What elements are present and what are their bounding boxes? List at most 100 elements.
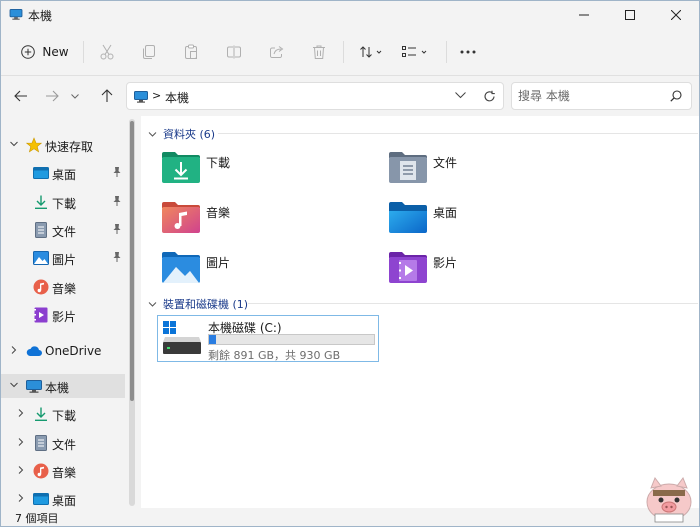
more-button[interactable] [455,37,481,67]
folder-videos[interactable]: 影片 [388,250,598,290]
sidebar-item-downloads[interactable]: 下載 [1,190,125,214]
sort-button[interactable] [355,37,389,67]
document-icon [35,222,47,238]
paste-button[interactable] [177,37,205,67]
pin-icon[interactable] [112,166,122,178]
sidebar-item-pc-desktop[interactable]: 桌面 [1,487,125,508]
drive-usage-bar [208,334,375,345]
sidebar-item-documents[interactable]: 文件 [1,218,125,242]
videos-folder-icon [389,252,427,283]
command-bar: New [1,29,699,76]
rename-icon [227,45,241,59]
item-count: 7 個項目 [15,512,59,525]
drive-c[interactable]: 本機磁碟 (C:) 剩餘 891 GB，共 930 GB [157,315,379,362]
sidebar-item-videos[interactable]: 影片 [1,303,125,327]
folder-desktop[interactable]: 桌面 [388,200,598,240]
chevron-right-icon[interactable] [16,465,26,475]
maximize-icon [625,10,635,20]
search-box[interactable] [511,82,692,110]
minimize-button[interactable] [561,1,607,29]
view-icon [402,46,427,57]
search-input[interactable] [518,87,658,105]
new-button[interactable]: New [15,37,75,67]
folders-group-header[interactable]: 資料夾 (6) [148,126,698,142]
view-button[interactable] [399,37,433,67]
folder-label: 音樂 [206,206,231,220]
folder-label: 影片 [433,256,458,270]
sidebar-item-pictures[interactable]: 圖片 [1,246,125,270]
explorer-window: 本機 New > 本機 搜尋 本機 快速存取 桌面 下載 文件 圖片 音樂 影片… [0,0,700,527]
pig-mascot-watermark-icon [646,476,692,523]
breadcrumb-location[interactable]: 本機 [165,89,189,106]
video-icon [34,307,48,323]
folder-music[interactable]: 音樂 [161,200,371,240]
folder-documents[interactable]: 文件 [388,150,598,190]
pc-icon [26,380,42,393]
pc-icon [9,9,23,20]
sidebar-item-label: 文件 [52,438,77,452]
folder-label: 桌面 [433,206,458,220]
pin-icon[interactable] [112,223,122,235]
music-folder-icon [162,202,200,233]
minimize-icon [579,14,589,16]
sidebar-item-label: 音樂 [52,282,77,296]
back-button[interactable] [8,82,34,110]
sidebar-item-pc-documents[interactable]: 文件 [1,431,125,455]
pictures-folder-icon [162,252,200,283]
chevron-right-icon[interactable] [9,345,19,355]
refresh-icon[interactable] [483,90,496,103]
breadcrumb-separator[interactable]: > [152,89,161,102]
arrow-right-icon [46,90,59,102]
navigation-scrollbar[interactable] [129,119,135,506]
toolbar-divider [446,41,447,63]
folder-label: 文件 [433,156,458,170]
chevron-right-icon[interactable] [16,493,26,503]
chevron-right-icon[interactable] [16,408,26,418]
cut-icon [100,44,114,60]
status-bar: 7 個項目 [1,508,699,526]
sidebar-item-pc-downloads[interactable]: 下載 [1,402,125,426]
sidebar-item-label: 文件 [52,225,77,239]
chevron-down-icon[interactable] [455,92,466,99]
sidebar-item-music[interactable]: 音樂 [1,275,125,299]
recent-locations-button[interactable] [66,82,84,110]
chevron-down-icon[interactable] [9,380,19,390]
downloads-folder-icon [162,152,200,183]
close-button[interactable] [653,1,699,29]
folder-label: 下載 [206,156,231,170]
sidebar-item-label: 本機 [45,381,70,395]
folders-group-label: 資料夾 (6) [163,128,216,141]
folder-pictures[interactable]: 圖片 [161,250,371,290]
maximize-button[interactable] [607,1,653,29]
delete-button[interactable] [305,37,333,67]
sidebar-item-desktop[interactable]: 桌面 [1,161,125,185]
copy-button[interactable] [135,37,163,67]
sidebar-item-label: OneDrive [45,344,102,358]
pin-icon[interactable] [112,251,122,263]
sidebar-item-label: 桌面 [52,168,77,182]
address-bar[interactable]: > 本機 [126,82,504,110]
toolbar-divider [343,41,344,63]
sidebar-item-onedrive[interactable]: OneDrive [1,339,125,363]
chevron-down-icon [148,131,157,137]
folder-downloads[interactable]: 下載 [161,150,371,190]
paste-icon [185,44,197,59]
scrollbar-thumb[interactable] [130,121,134,401]
sidebar-item-this-pc[interactable]: 本機 [1,374,125,398]
chevron-right-icon[interactable] [16,437,26,447]
forward-button[interactable] [39,82,65,110]
rename-button[interactable] [220,37,248,67]
sidebar-item-pc-music[interactable]: 音樂 [1,459,125,483]
sidebar-item-quick-access[interactable]: 快速存取 [1,133,125,157]
chevron-down-icon[interactable] [9,139,19,149]
share-button[interactable] [263,37,291,67]
pin-icon[interactable] [112,195,122,207]
music-icon [33,279,49,295]
up-button[interactable] [94,82,120,110]
cut-button[interactable] [93,37,121,67]
search-icon[interactable] [670,90,682,102]
folder-label: 圖片 [206,256,231,270]
close-icon [671,10,681,20]
drives-group-header[interactable]: 裝置和磁碟機 (1) [148,296,698,312]
hard-drive-icon [163,321,201,354]
